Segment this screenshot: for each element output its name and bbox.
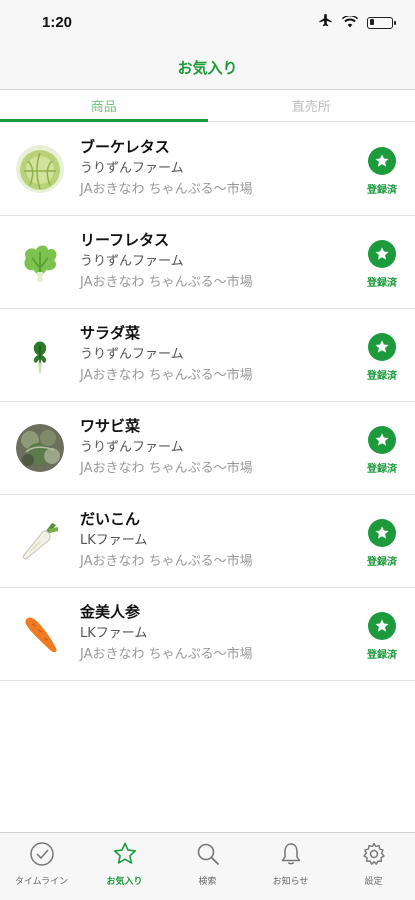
- star-icon: [368, 426, 396, 454]
- search-icon: [195, 841, 221, 871]
- item-farm: うりずんファーム: [80, 254, 184, 269]
- tab-direct-stores[interactable]: 直売所: [208, 90, 415, 121]
- favorite-status: 登録済: [367, 557, 397, 568]
- tabbar-label: お知らせ: [272, 877, 309, 887]
- tabbar-label: タイムライン: [14, 877, 69, 887]
- tabbar-label: 設定: [364, 877, 383, 887]
- favorite-button[interactable]: 登録済: [363, 519, 401, 568]
- favorite-button[interactable]: 登録済: [363, 240, 401, 289]
- item-info: ブーケレタス うりずんファーム JAおきなわ ちゃんぷる〜市場: [80, 136, 345, 200]
- favorite-status: 登録済: [367, 185, 397, 196]
- favorite-status: 登録済: [367, 650, 397, 661]
- tabbar-label: 検索: [198, 877, 217, 887]
- tabbar-label: お気入り: [106, 877, 143, 887]
- battery-icon: [367, 16, 396, 29]
- airplane-icon: [318, 13, 333, 32]
- star-icon: [368, 333, 396, 361]
- tab-products[interactable]: 商品: [0, 90, 208, 122]
- wasabi-greens-icon: [16, 424, 64, 472]
- item-info: ワサビ菜 うりずんファーム JAおきなわ ちゃんぷる〜市場: [80, 415, 345, 479]
- star-icon: [368, 240, 396, 268]
- list-item[interactable]: ブーケレタス うりずんファーム JAおきなわ ちゃんぷる〜市場 登録済: [0, 123, 415, 216]
- item-farm: LKファーム: [80, 626, 148, 641]
- item-market: JAおきなわ ちゃんぷる〜市場: [80, 647, 253, 662]
- item-market: JAおきなわ ちゃんぷる〜市場: [80, 182, 253, 197]
- segment-tabs: 商品 直売所: [0, 90, 415, 122]
- star-icon: [368, 147, 396, 175]
- list-item[interactable]: ワサビ菜 うりずんファーム JAおきなわ ちゃんぷる〜市場 登録済: [0, 402, 415, 495]
- tabbar-settings[interactable]: 設定: [332, 833, 415, 900]
- lettuce-icon: [16, 145, 64, 193]
- nav-bar: お気入り: [0, 46, 415, 90]
- item-name: だいこん: [80, 510, 141, 528]
- list-item[interactable]: 金美人参 LKファーム JAおきなわ ちゃんぷる〜市場 登録済: [0, 588, 415, 681]
- favorite-status: 登録済: [367, 278, 397, 289]
- item-info: 金美人参 LKファーム JAおきなわ ちゃんぷる〜市場: [80, 601, 345, 665]
- item-name: 金美人参: [80, 603, 141, 621]
- tabbar-timeline[interactable]: タイムライン: [0, 833, 83, 900]
- item-market: JAおきなわ ちゃんぷる〜市場: [80, 368, 253, 383]
- favorite-status: 登録済: [367, 371, 397, 382]
- item-market: JAおきなわ ちゃんぷる〜市場: [80, 554, 253, 569]
- favorite-status: 登録済: [367, 464, 397, 475]
- star-icon: [368, 519, 396, 547]
- tabbar-notifications[interactable]: お知らせ: [249, 833, 332, 900]
- favorite-button[interactable]: 登録済: [363, 426, 401, 475]
- list-item[interactable]: リーフレタス うりずんファーム JAおきなわ ちゃんぷる〜市場 登録済: [0, 216, 415, 309]
- leaf-lettuce-icon: [16, 238, 64, 286]
- list-item[interactable]: だいこん LKファーム JAおきなわ ちゃんぷる〜市場 登録済: [0, 495, 415, 588]
- favorite-button[interactable]: 登録済: [363, 333, 401, 382]
- item-name: ワサビ菜: [80, 417, 141, 435]
- tabbar-favorites[interactable]: お気入り: [83, 833, 166, 900]
- list-item[interactable]: サラダ菜 うりずんファーム JAおきなわ ちゃんぷる〜市場 登録済: [0, 309, 415, 402]
- item-name: リーフレタス: [80, 231, 170, 249]
- item-name: サラダ菜: [80, 324, 141, 342]
- wifi-icon: [342, 13, 358, 32]
- tabbar-search[interactable]: 検索: [166, 833, 249, 900]
- item-farm: うりずんファーム: [80, 347, 184, 362]
- gear-icon: [361, 841, 387, 871]
- daikon-icon: [16, 517, 64, 565]
- page-title: お気入り: [177, 59, 238, 77]
- item-market: JAおきなわ ちゃんぷる〜市場: [80, 461, 253, 476]
- favorite-button[interactable]: 登録済: [363, 612, 401, 661]
- item-farm: LKファーム: [80, 533, 148, 548]
- item-info: だいこん LKファーム JAおきなわ ちゃんぷる〜市場: [80, 508, 345, 572]
- item-info: サラダ菜 うりずんファーム JAおきなわ ちゃんぷる〜市場: [80, 322, 345, 386]
- star-icon: [112, 841, 138, 871]
- battery-level-fill: [369, 19, 374, 25]
- status-time: 1:20: [42, 14, 73, 31]
- item-name: ブーケレタス: [80, 138, 170, 156]
- carrot-icon: [16, 610, 64, 658]
- item-info: リーフレタス うりずんファーム JAおきなわ ちゃんぷる〜市場: [80, 229, 345, 293]
- star-icon: [368, 612, 396, 640]
- item-farm: うりずんファーム: [80, 440, 184, 455]
- favorite-button[interactable]: 登録済: [363, 147, 401, 196]
- item-farm: うりずんファーム: [80, 161, 184, 176]
- favorites-list: ブーケレタス うりずんファーム JAおきなわ ちゃんぷる〜市場 登録済 リーフレ…: [0, 123, 415, 681]
- status-bar: 1:20: [0, 0, 415, 46]
- salad-greens-icon: [16, 331, 64, 379]
- status-icons: [318, 13, 396, 32]
- bell-icon: [278, 841, 304, 871]
- item-market: JAおきなわ ちゃんぷる〜市場: [80, 275, 253, 290]
- bottom-tab-bar: タイムライン お気入り 検索 お知らせ 設定: [0, 832, 415, 900]
- clock-check-icon: [29, 841, 55, 871]
